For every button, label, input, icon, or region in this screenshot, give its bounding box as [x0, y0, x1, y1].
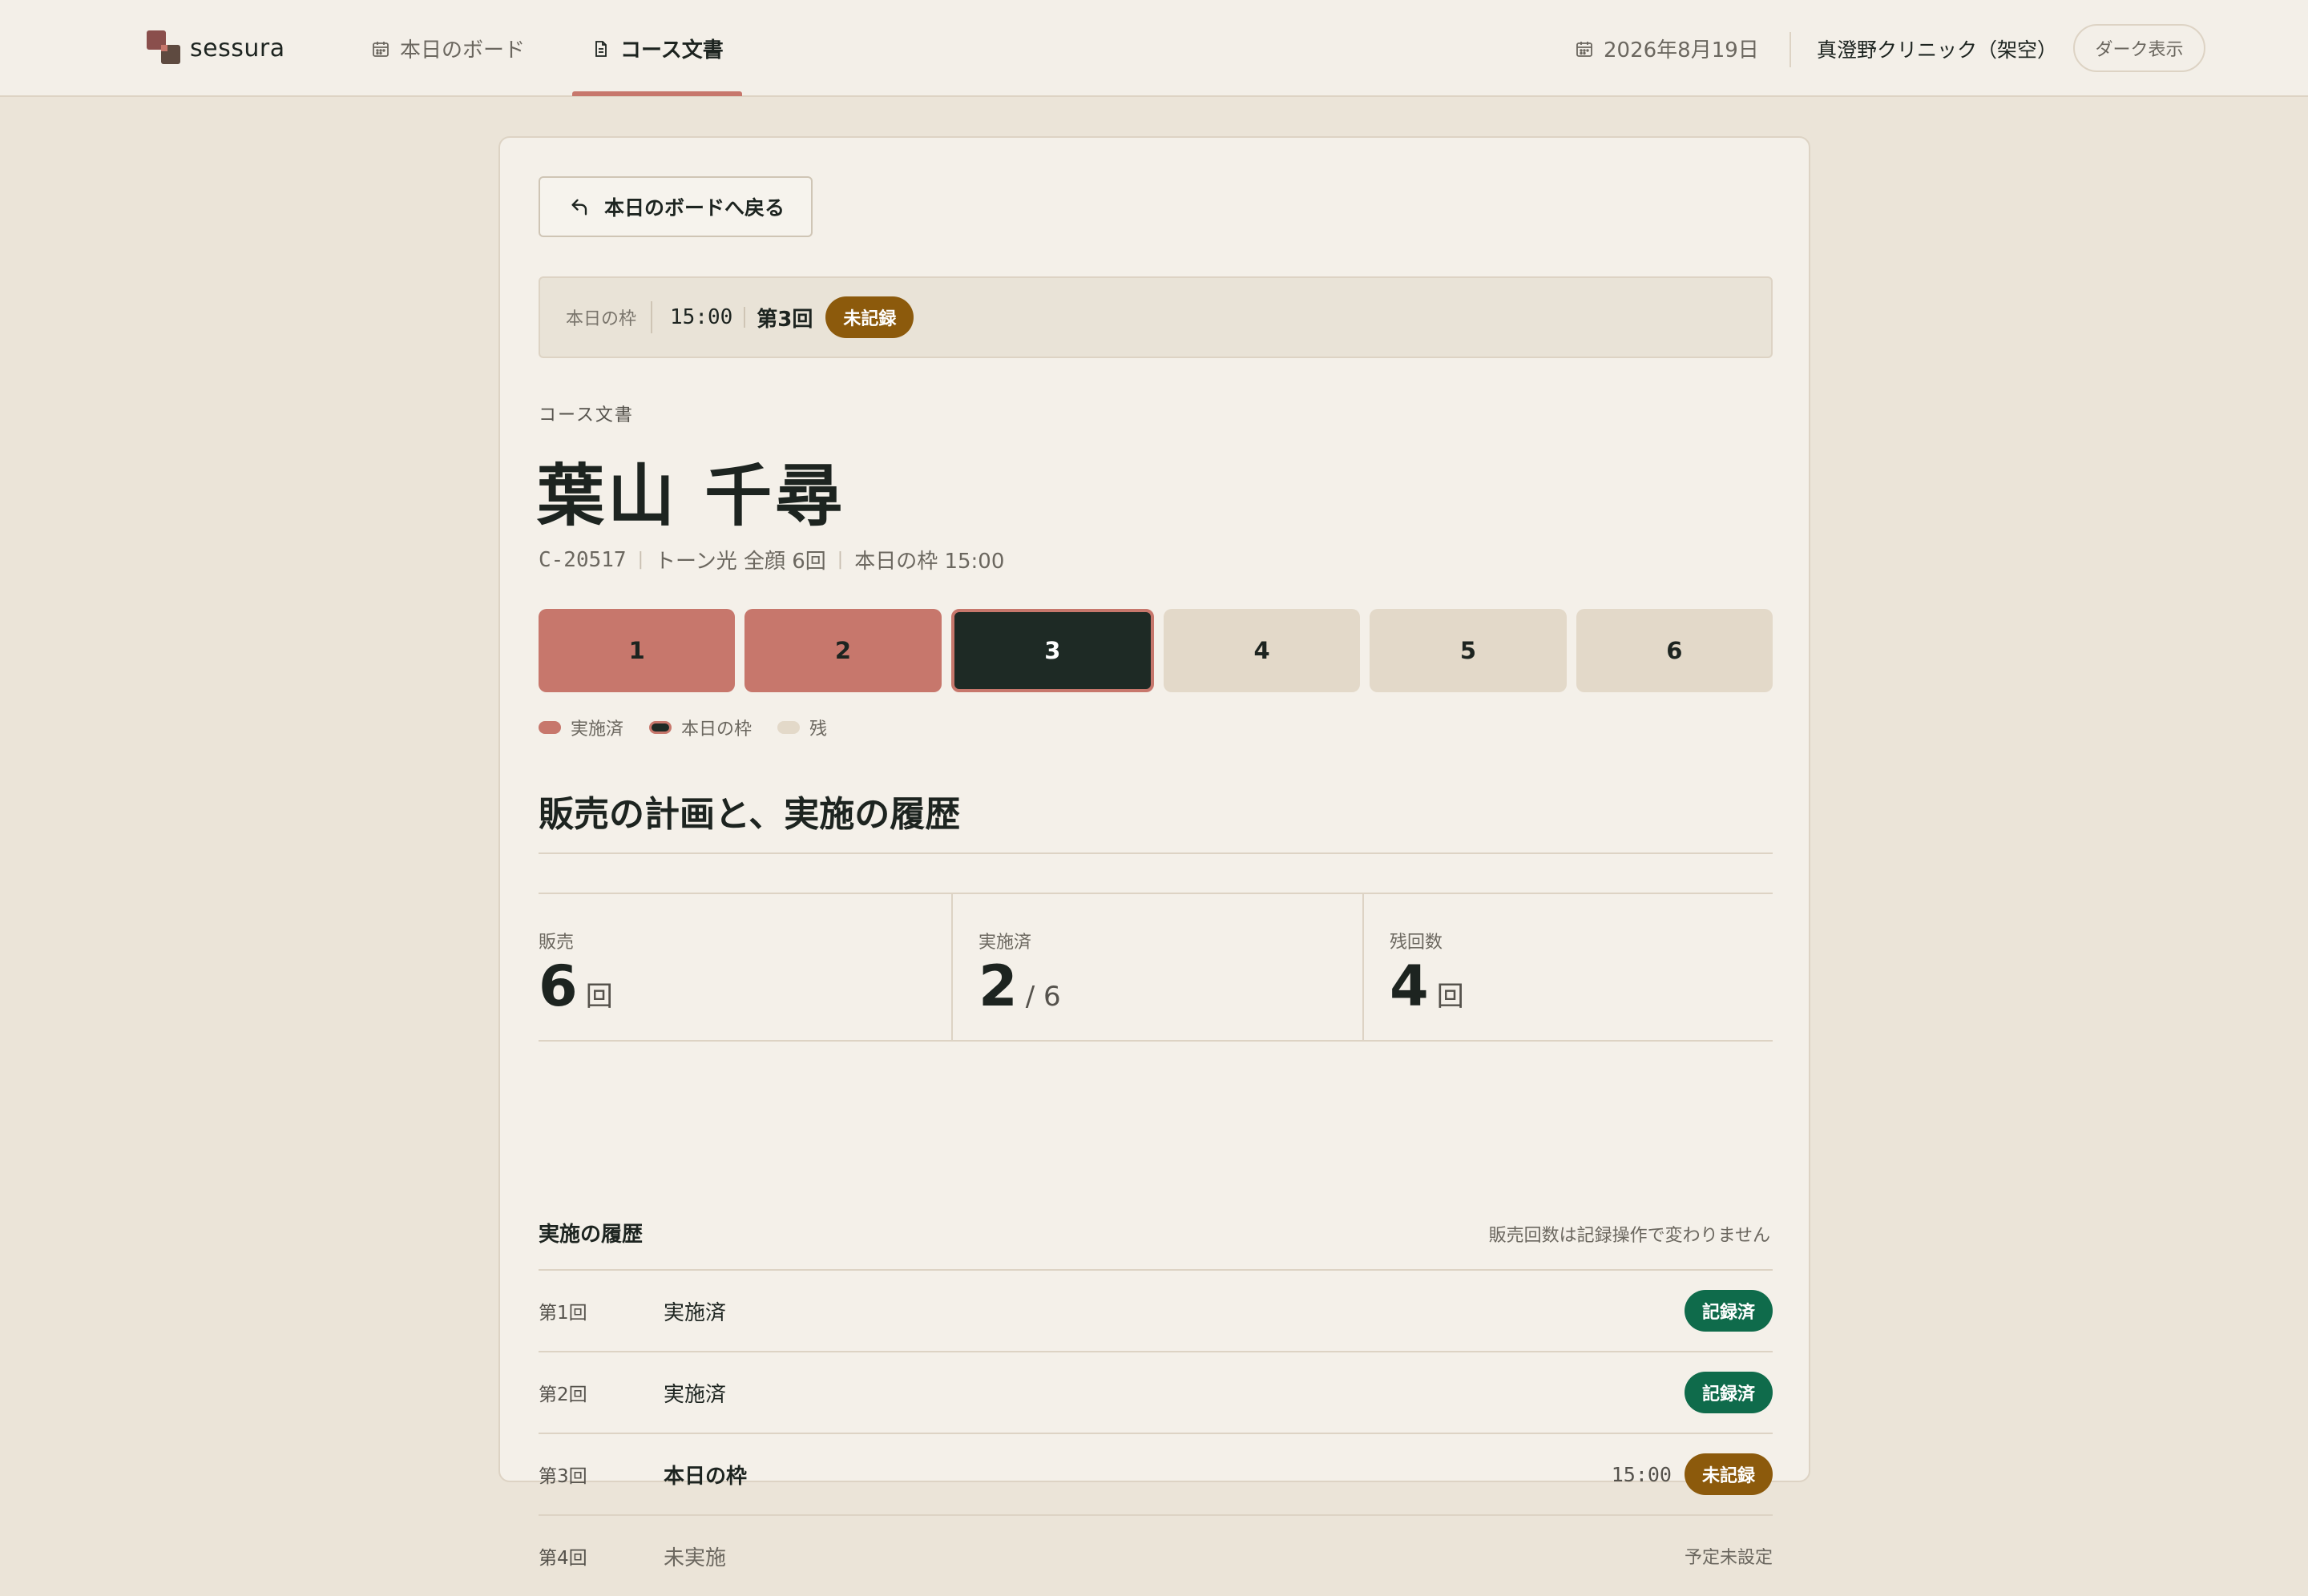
session-3[interactable]: 3: [950, 609, 1154, 692]
brand-logo[interactable]: sessura: [147, 30, 285, 66]
history-row-right: 予定未設定: [1685, 1543, 1773, 1569]
history-row-number: 第4回: [539, 1548, 587, 1569]
stat-remaining-label: 残回数: [1390, 933, 1443, 953]
slot-info: 本日の枠 15:00: [854, 550, 1005, 574]
history-row-status: 未実施: [664, 1546, 727, 1570]
history-row-status: 本日の枠: [664, 1464, 748, 1489]
session-2[interactable]: 2: [744, 609, 942, 692]
dark-mode-button[interactable]: ダーク表示: [2073, 24, 2205, 72]
history-row-status: 実施済: [664, 1300, 727, 1325]
stat-remaining-number: 4: [1390, 953, 1429, 1019]
history-row-schedule: 予定未設定: [1684, 1548, 1773, 1568]
slot-label: 本日の枠: [566, 309, 637, 329]
back-to-board-button[interactable]: 本日のボードへ戻る: [539, 176, 813, 237]
return-arrow-icon: [571, 199, 587, 216]
active-tab-indicator: [572, 91, 742, 96]
stat-done-number: 2: [978, 953, 1018, 1019]
client-meta: C-20517 | トーン光 全顔 6回 | 本日の枠 15:00: [539, 545, 1004, 574]
top-bar: sessura 本日のボード コース文書 2026年8月19日 真澄野クリニック…: [0, 0, 2308, 97]
status-badge: 未記録: [825, 296, 914, 338]
stat-done-value: 2 / 6: [978, 953, 1061, 1019]
course-name: トーン光 全顔 6回: [655, 550, 826, 574]
document-icon: [595, 40, 607, 57]
meta-divider: |: [837, 550, 844, 570]
stat-sold-number: 6: [539, 953, 578, 1019]
session-4[interactable]: 4: [1163, 609, 1361, 692]
history-title: 実施の履歴: [539, 1223, 644, 1247]
stat-remaining-value: 4 回: [1390, 953, 1464, 1019]
stat-sold: 販売 6 回: [539, 894, 951, 1040]
section-title: 販売の計画と、実施の履歴: [539, 794, 961, 835]
section-divider: [539, 852, 1773, 854]
legend-done-label: 実施済: [571, 719, 624, 740]
current-date-text: 2026年8月19日: [1604, 38, 1759, 62]
legend-done: 実施済: [539, 715, 623, 740]
legend-remaining-label: 残: [809, 719, 828, 740]
history-row-number: 第1回: [539, 1303, 587, 1324]
session-6[interactable]: 6: [1576, 609, 1773, 692]
client-id: C-20517: [539, 547, 627, 572]
slot-session: 第3回: [757, 307, 813, 332]
today-slot-bar: 本日の枠 15:00 第3回 未記録: [539, 276, 1773, 358]
history-row[interactable]: 第2回 実施済 記録済: [539, 1351, 1773, 1433]
history-row-number: 第2回: [539, 1384, 587, 1405]
status-badge: 記録済: [1684, 1372, 1773, 1413]
slot-time: 15:00: [670, 305, 733, 329]
clinic-name: 真澄野クリニック（架空）: [1817, 38, 2058, 62]
calendar-icon: [373, 41, 389, 57]
current-date: 2026年8月19日: [1575, 0, 1759, 97]
session-track: 1 2 3 4 5 6: [539, 609, 1773, 692]
nav-tab-course-label: コース文書: [620, 38, 724, 62]
session-1[interactable]: 1: [539, 609, 736, 692]
session-5[interactable]: 5: [1370, 609, 1567, 692]
history-row-time: 15:00: [1611, 1462, 1672, 1486]
history-row-right: 記録済: [1684, 1372, 1773, 1413]
stat-remaining: 残回数 4 回: [1362, 894, 1773, 1040]
stat-remaining-unit: 回: [1436, 981, 1464, 1013]
slot-divider: [651, 301, 653, 333]
history-list: 第1回 実施済 記録済 第2回 実施済 記録済 第3回 本日の枠 15:00 未…: [539, 1269, 1773, 1596]
history-row[interactable]: 第3回 本日の枠 15:00 未記録: [539, 1433, 1773, 1514]
history-row-status: 実施済: [664, 1382, 727, 1407]
nav-tab-board-label: 本日のボード: [400, 38, 526, 62]
stat-done: 実施済 2 / 6: [951, 894, 1362, 1040]
header-divider: [1790, 32, 1791, 67]
status-badge: 未記録: [1684, 1453, 1773, 1495]
course-document-card: 本日のボードへ戻る 本日の枠 15:00 第3回 未記録 コース文書 葉山 千尋…: [498, 136, 1810, 1570]
back-button-label: 本日のボードへ戻る: [604, 196, 785, 220]
nav-tab-course[interactable]: コース文書: [591, 0, 724, 97]
nav-tab-board[interactable]: 本日のボード: [371, 0, 525, 97]
calendar-icon: [1576, 41, 1592, 57]
stat-sold-value: 6 回: [539, 953, 613, 1019]
brand-name: sessura: [190, 34, 285, 62]
client-name: 葉山 千尋: [537, 457, 846, 535]
legend-current-swatch: [649, 721, 672, 734]
history-note: 販売回数は記録操作で変わりません: [1488, 1226, 1770, 1246]
meta-divider: |: [637, 550, 644, 570]
history-row[interactable]: 第1回 実施済 記録済: [539, 1269, 1773, 1351]
history-row-number: 第3回: [539, 1466, 587, 1487]
legend-current: 本日の枠: [649, 715, 752, 740]
stat-done-label: 実施済: [978, 933, 1032, 953]
legend-current-label: 本日の枠: [681, 719, 753, 740]
stats-row: 販売 6 回 実施済 2 / 6 残回数 4 回: [539, 893, 1773, 1042]
history-row-right: 記録済: [1684, 1290, 1773, 1332]
brand-mark-icon: [147, 30, 182, 66]
legend-remaining: 残: [777, 715, 827, 740]
legend-done-swatch: [539, 721, 561, 734]
status-badge: 記録済: [1684, 1290, 1773, 1332]
stat-done-unit: / 6: [1025, 981, 1061, 1013]
history-row-right: 15:00 未記録: [1612, 1453, 1773, 1495]
slot-divider: [744, 307, 746, 328]
stat-sold-unit: 回: [585, 981, 613, 1013]
document-eyebrow: コース文書: [539, 405, 634, 425]
session-legend: 実施済 本日の枠 残: [539, 715, 853, 740]
history-row[interactable]: 第4回 未実施 予定未設定: [539, 1514, 1773, 1596]
legend-remaining-swatch: [777, 721, 801, 734]
stat-sold-label: 販売: [539, 933, 575, 953]
